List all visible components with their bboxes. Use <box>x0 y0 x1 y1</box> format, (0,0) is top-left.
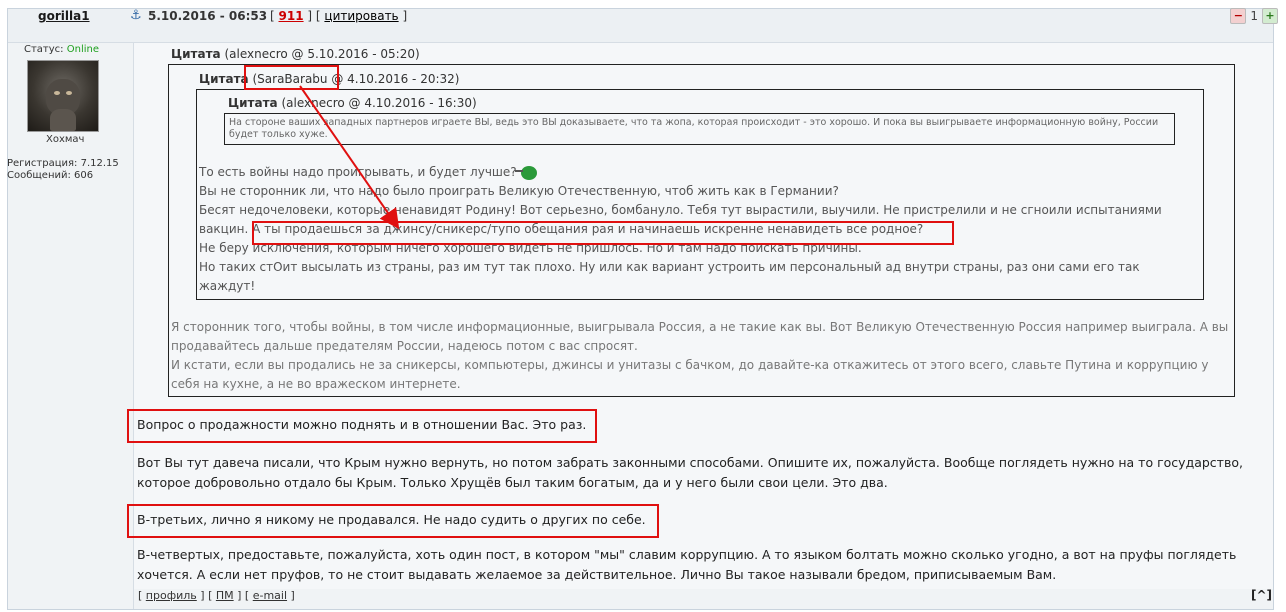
message-count: Сообщений: 606 <box>7 170 94 181</box>
registration-date: Регистрация: 7.12.15 <box>7 158 119 169</box>
quote-link[interactable]: цитировать <box>324 9 398 23</box>
quote2-label: Цитата <box>199 72 249 86</box>
hand-shape <box>50 109 76 131</box>
user-status: Статус: Online <box>24 44 99 55</box>
quote2-body: То есть войны надо проигрывать, и будет … <box>199 163 1189 296</box>
post-footer <box>134 589 1273 609</box>
quote1-meta: (alexnecro @ 5.10.2016 - 05:20) <box>224 47 420 61</box>
anchor-icon[interactable]: ⚓ <box>130 8 142 23</box>
footer-links: [ профиль ] [ ПМ ] [ e-mail ] <box>138 589 295 602</box>
quote3-box: На стороне ваших западных партнеров игра… <box>224 113 1175 145</box>
quote2-header: Цитата (SaraBarabu @ 4.10.2016 - 20:32) <box>199 72 459 86</box>
scroll-top-button[interactable]: [^] <box>1251 588 1272 602</box>
username-link[interactable]: gorilla1 <box>38 9 90 23</box>
footer-bracket: ] <box>290 589 295 602</box>
quote3-meta: (alexnecro @ 4.10.2016 - 16:30) <box>281 96 477 110</box>
body-paragraph: Вопрос о продажности можно поднять и в о… <box>137 417 587 432</box>
reputation: − 1 + <box>1230 8 1278 24</box>
profile-link[interactable]: профиль <box>146 589 197 602</box>
pm-link[interactable]: ПМ <box>216 589 234 602</box>
quote2-line-text: То есть войны надо проигрывать, и будет … <box>199 165 517 179</box>
reputation-value: 1 <box>1250 9 1258 23</box>
bracket-close: ] <box>402 9 408 23</box>
quote2-author: (SaraBarabu @ <box>252 72 344 86</box>
footer-bracket: [ <box>138 589 143 602</box>
quote2-line: То есть войны надо проигрывать, и будет … <box>199 163 1189 182</box>
quote2-line: Вы не сторонник ли, что надо было проигр… <box>199 184 839 198</box>
user-stats: Регистрация: 7.12.15 Сообщений: 606 <box>7 158 119 182</box>
quote3-header: Цитата (alexnecro @ 4.10.2016 - 16:30) <box>228 96 477 110</box>
smiley-icon <box>514 165 537 180</box>
email-link[interactable]: e-mail <box>253 589 287 602</box>
quote3-text: На стороне ваших западных партнеров игра… <box>229 117 1159 140</box>
status-label: Статус: <box>24 44 64 55</box>
post-date: 5.10.2016 - 06:53 <box>148 9 268 23</box>
right-eye-shape <box>66 91 72 95</box>
quote1-body: Я сторонник того, чтобы войны, в том чис… <box>171 318 1231 394</box>
post-number-link[interactable]: 911 <box>279 9 304 23</box>
bracket-open: [ <box>270 9 275 23</box>
quote1-paragraph: Я сторонник того, чтобы войны, в том чис… <box>171 320 1229 353</box>
footer-separator: ] [ <box>200 589 213 602</box>
quote2-date: 4.10.2016 - 20:32) <box>347 72 460 86</box>
quote2-highlighted-text: А ты продаешься за джинсу/сникерс/тупо о… <box>252 222 924 236</box>
status-value: Online <box>66 44 99 55</box>
quote1-header: Цитата (alexnecro @ 5.10.2016 - 05:20) <box>171 47 420 61</box>
body-paragraph: В-четвертых, предоставьте, пожалуйста, х… <box>137 547 1237 582</box>
minus-icon[interactable]: − <box>1230 8 1247 24</box>
body-paragraph: В-третьих, лично я никому не продавался.… <box>137 512 646 527</box>
quote2-line: Не беру исключения, которым ничего хорош… <box>199 241 862 255</box>
post-links: [ 911 ] [ цитировать ] <box>270 9 407 23</box>
quote1-paragraph: И кстати, если вы продались не за сникер… <box>171 358 1209 391</box>
plus-icon[interactable]: + <box>1262 8 1278 24</box>
bracket-separator: ] [ <box>307 9 321 23</box>
body-paragraph: Вот Вы тут давеча писали, что Крым нужно… <box>137 455 1243 490</box>
avatar <box>27 60 99 132</box>
left-eye-shape <box>54 91 60 95</box>
footer-separator: ] [ <box>237 589 250 602</box>
quote2-line: Но таких стОит высылать из страны, раз и… <box>199 260 1140 293</box>
quote3-label: Цитата <box>228 96 278 110</box>
quote2-line: Бесят недочеловеки, которые ненавидят Ро… <box>199 201 1189 239</box>
quote1-label: Цитата <box>171 47 221 61</box>
user-title: Хохмач <box>46 134 85 145</box>
